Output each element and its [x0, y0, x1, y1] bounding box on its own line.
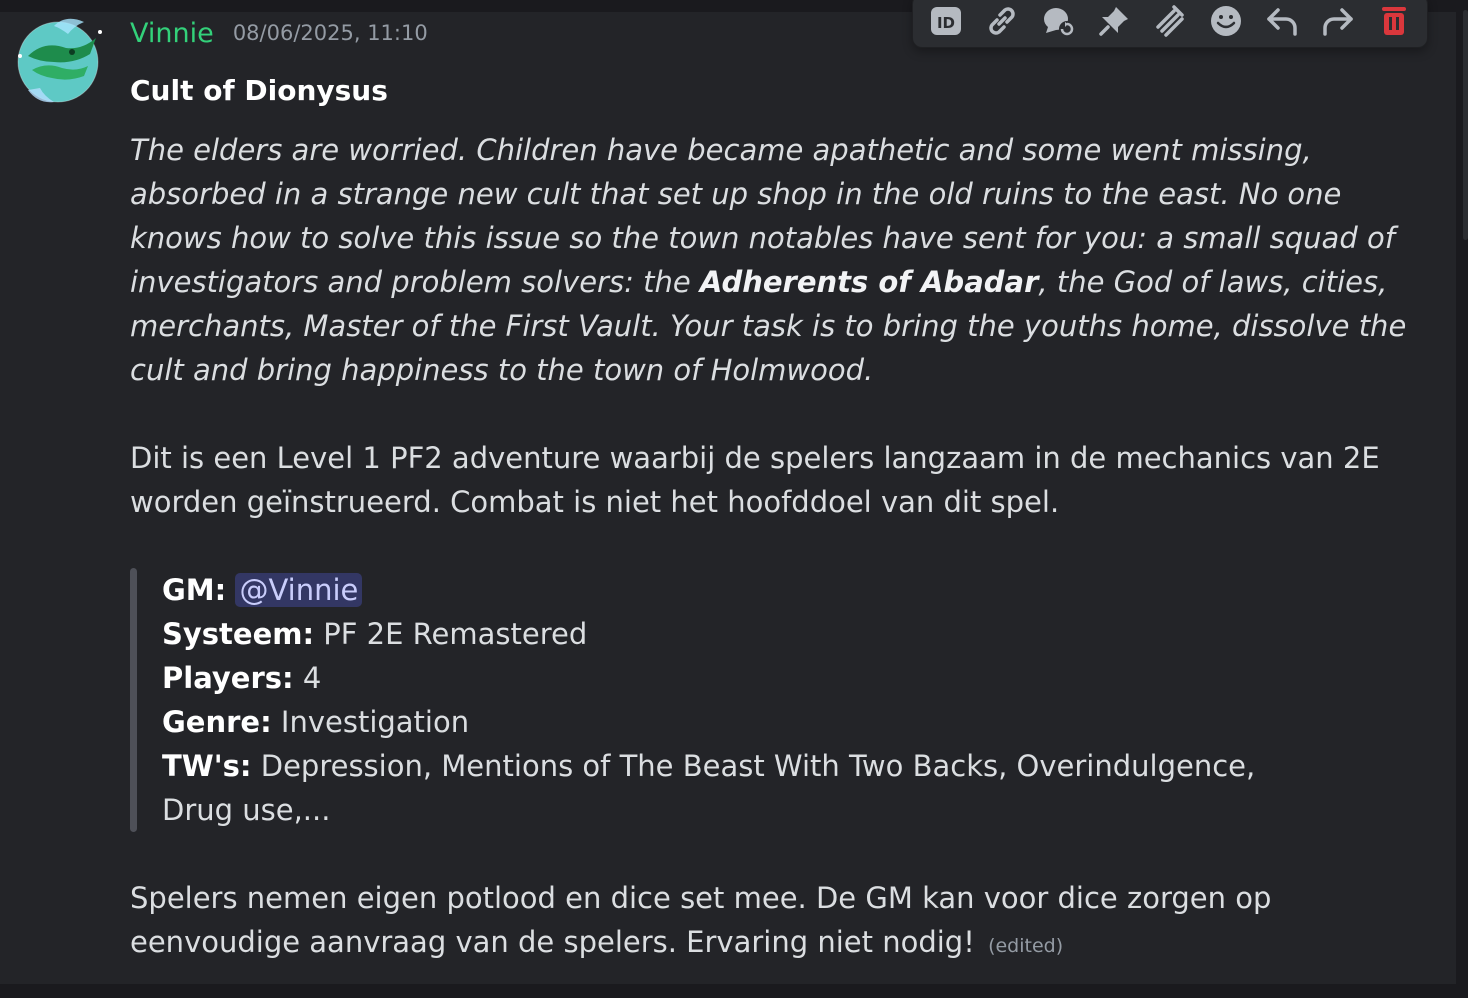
closing-text: Spelers nemen eigen potlood en dice set …	[130, 881, 1272, 959]
genre-line: Genre: Investigation	[162, 700, 1430, 744]
tw-line: TW's: Depression, Mentions of The Beast …	[162, 744, 1282, 832]
avatar[interactable]	[14, 12, 102, 108]
message-header: Vinnie 08/06/2025, 11:10	[130, 18, 428, 58]
mark-unread-icon[interactable]	[1150, 1, 1190, 41]
user-mention[interactable]: @Vinnie	[235, 573, 363, 607]
tw-label: TW's:	[162, 749, 252, 783]
username[interactable]: Vinnie	[130, 18, 214, 49]
delete-icon[interactable]	[1374, 1, 1414, 41]
message-title: Cult of Dionysus	[130, 74, 388, 107]
svg-text:ID: ID	[937, 14, 955, 32]
reply-icon[interactable]	[1262, 1, 1302, 41]
message-actions-toolbar: ID	[912, 0, 1428, 48]
pin-icon[interactable]	[1094, 1, 1134, 41]
gm-label: GM:	[162, 573, 227, 607]
edited-label: (edited)	[988, 935, 1064, 957]
genre-value: Investigation	[280, 705, 470, 739]
system-line: Systeem: PF 2E Remastered	[162, 612, 1430, 656]
scrollbar-thumb[interactable]	[1463, 10, 1468, 240]
id-icon[interactable]: ID	[926, 1, 966, 41]
timestamp[interactable]: 08/06/2025, 11:10	[233, 21, 428, 45]
closing-paragraph: Spelers nemen eigen potlood en dice set …	[130, 876, 1430, 968]
genre-label: Genre:	[162, 705, 272, 739]
link-icon[interactable]	[982, 1, 1022, 41]
system-value: PF 2E Remastered	[323, 617, 588, 651]
players-line: Players: 4	[162, 656, 1430, 700]
intro-paragraph: The elders are worried. Children have be…	[130, 128, 1430, 392]
blockquote: GM: @Vinnie Systeem: PF 2E Remastered Pl…	[130, 568, 1430, 832]
thread-icon[interactable]	[1038, 1, 1078, 41]
emoji-icon[interactable]	[1206, 1, 1246, 41]
forward-icon[interactable]	[1318, 1, 1358, 41]
players-value: 4	[302, 661, 322, 695]
gm-line: GM: @Vinnie	[162, 568, 1430, 612]
system-label: Systeem:	[162, 617, 315, 651]
blockquote-bar	[130, 568, 137, 832]
players-label: Players:	[162, 661, 294, 695]
tw-value: Depression, Mentions of The Beast With T…	[162, 749, 1256, 827]
intro-bold: Adherents of Abadar	[699, 265, 1039, 299]
dutch-paragraph: Dit is een Level 1 PF2 adventure waarbij…	[130, 441, 1380, 519]
message-content: Cult of Dionysus The elders are worried.…	[130, 70, 1430, 968]
